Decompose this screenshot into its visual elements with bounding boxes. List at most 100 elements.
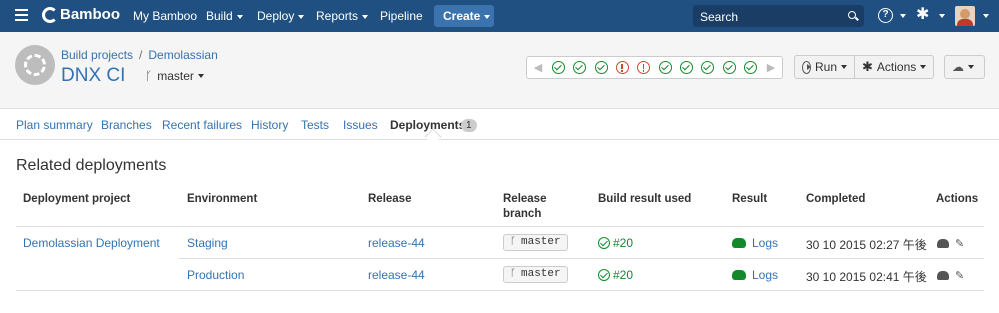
deploy-button[interactable]: ☁ [944, 55, 985, 79]
build-history-dots [549, 61, 760, 74]
column-header-release-branch: Release branch [503, 193, 547, 220]
plan-tabs: Plan summary Branches Recent failures Hi… [0, 109, 999, 140]
chevron-down-icon[interactable] [983, 14, 989, 18]
project-avatar [15, 45, 55, 85]
actions-button[interactable]: ✱ Actions [855, 55, 934, 79]
tab-plan-summary[interactable]: Plan summary [16, 118, 93, 132]
history-prev-icon[interactable]: ◀ [527, 61, 549, 74]
row-actions: ✎ [937, 237, 964, 250]
cloud-upload-icon: ☁ [952, 60, 964, 74]
help-icon[interactable]: ? [878, 8, 893, 23]
completed-timestamp: 30 10 2015 02:41 午後 [806, 270, 927, 284]
run-button[interactable]: Run [794, 55, 855, 79]
cog-icon: ✱ [862, 59, 873, 74]
tab-recent-failures[interactable]: Recent failures [162, 118, 242, 132]
column-header-release: Release [368, 193, 412, 205]
branch-icon: ᚴ [145, 69, 153, 83]
build-success-icon[interactable] [743, 61, 757, 74]
result-logs[interactable]: Logs [732, 268, 778, 282]
table-divider [16, 226, 984, 227]
branch-icon: ᚴ [510, 237, 516, 248]
success-icon [598, 269, 610, 281]
chevron-down-icon [484, 14, 491, 19]
chevron-down-icon [236, 14, 243, 19]
menu-icon[interactable] [15, 9, 28, 21]
breadcrumb: Build projects / Demolassian [61, 48, 218, 62]
edit-icon[interactable]: ✎ [955, 269, 964, 282]
gear-icon[interactable]: ✱ [916, 7, 929, 23]
environment-link[interactable]: Production [187, 268, 244, 282]
build-success-icon[interactable] [658, 61, 672, 74]
table-divider [16, 290, 984, 291]
tab-deployments[interactable]: Deployments [390, 118, 465, 132]
breadcrumb-demolassian[interactable]: Demolassian [148, 48, 217, 62]
tab-tests[interactable]: Tests [301, 118, 329, 132]
cloud-success-icon [732, 270, 746, 280]
nav-pipeline[interactable]: Pipeline [380, 9, 423, 23]
environment-link[interactable]: Staging [187, 236, 228, 250]
table-divider [179, 258, 984, 259]
release-link[interactable]: release-44 [368, 236, 425, 250]
search-icon[interactable] [848, 11, 856, 19]
build-result[interactable]: #20 [598, 236, 633, 250]
nav-reports[interactable]: Reports [316, 9, 369, 23]
chevron-down-icon [197, 74, 204, 78]
build-failed-icon[interactable] [637, 61, 651, 74]
nav-build[interactable]: Build [206, 9, 243, 23]
completed-timestamp: 30 10 2015 02:27 午後 [806, 238, 927, 252]
column-header-build-result: Build result used [598, 193, 692, 205]
build-success-icon[interactable] [594, 61, 608, 74]
chevron-down-icon[interactable] [900, 14, 906, 18]
create-button[interactable]: Create [434, 5, 494, 27]
build-failed-icon[interactable] [615, 61, 629, 74]
row-actions: ✎ [937, 269, 964, 282]
branch-icon: ᚴ [510, 269, 516, 280]
play-icon [802, 60, 811, 74]
deploy-icon[interactable] [937, 271, 949, 280]
release-link[interactable]: release-44 [368, 268, 425, 282]
build-success-icon[interactable] [679, 61, 693, 74]
build-success-icon[interactable] [722, 61, 736, 74]
deployment-project-link[interactable]: Demolassian Deployment [23, 236, 160, 250]
branch-label: master [157, 69, 194, 83]
section-title: Related deployments [16, 157, 167, 174]
tab-branches[interactable]: Branches [101, 118, 152, 132]
logo-text: Bamboo [60, 6, 120, 23]
page-title[interactable]: DNX CI [61, 65, 125, 87]
nav-deploy[interactable]: Deploy [257, 9, 305, 23]
plan-header: Build projects / Demolassian DNX CI ᚴ mast… [0, 32, 999, 109]
cloud-success-icon [732, 238, 746, 248]
tab-issues[interactable]: Issues [343, 118, 378, 132]
history-next-icon[interactable]: ▶ [760, 61, 782, 74]
build-result[interactable]: #20 [598, 268, 633, 282]
chevron-down-icon [298, 14, 305, 19]
branch-selector[interactable]: ᚴ master [145, 69, 204, 83]
avatar[interactable] [955, 6, 975, 26]
chevron-down-icon [920, 65, 927, 69]
deployments-count-badge: 1 [461, 119, 477, 132]
column-header-project: Deployment project [23, 193, 131, 205]
column-header-actions: Actions [936, 193, 979, 205]
column-header-environment: Environment [187, 193, 258, 205]
column-header-completed: Completed [806, 193, 866, 205]
column-header-result: Result [732, 193, 768, 205]
chevron-down-icon[interactable] [939, 14, 945, 18]
build-success-icon[interactable] [573, 61, 587, 74]
top-navigation-bar: Bamboo My Bamboo Build Deploy Reports Pi… [0, 0, 999, 32]
chevron-down-icon [968, 65, 974, 69]
tab-history[interactable]: History [251, 118, 288, 132]
release-branch-chip: ᚴ master [503, 234, 568, 251]
result-logs[interactable]: Logs [732, 236, 778, 250]
build-success-icon[interactable] [552, 61, 565, 74]
deploy-icon[interactable] [937, 239, 949, 248]
search-input[interactable]: Search [693, 5, 864, 27]
build-success-icon[interactable] [701, 61, 715, 74]
bamboo-logo[interactable]: Bamboo [42, 6, 120, 23]
bamboo-logo-icon [42, 6, 58, 23]
chevron-down-icon [362, 14, 369, 19]
breadcrumb-build-projects[interactable]: Build projects [61, 48, 133, 62]
chevron-down-icon [841, 65, 847, 69]
success-icon [598, 237, 610, 249]
nav-my-bamboo[interactable]: My Bamboo [133, 9, 197, 23]
edit-icon[interactable]: ✎ [955, 237, 964, 250]
